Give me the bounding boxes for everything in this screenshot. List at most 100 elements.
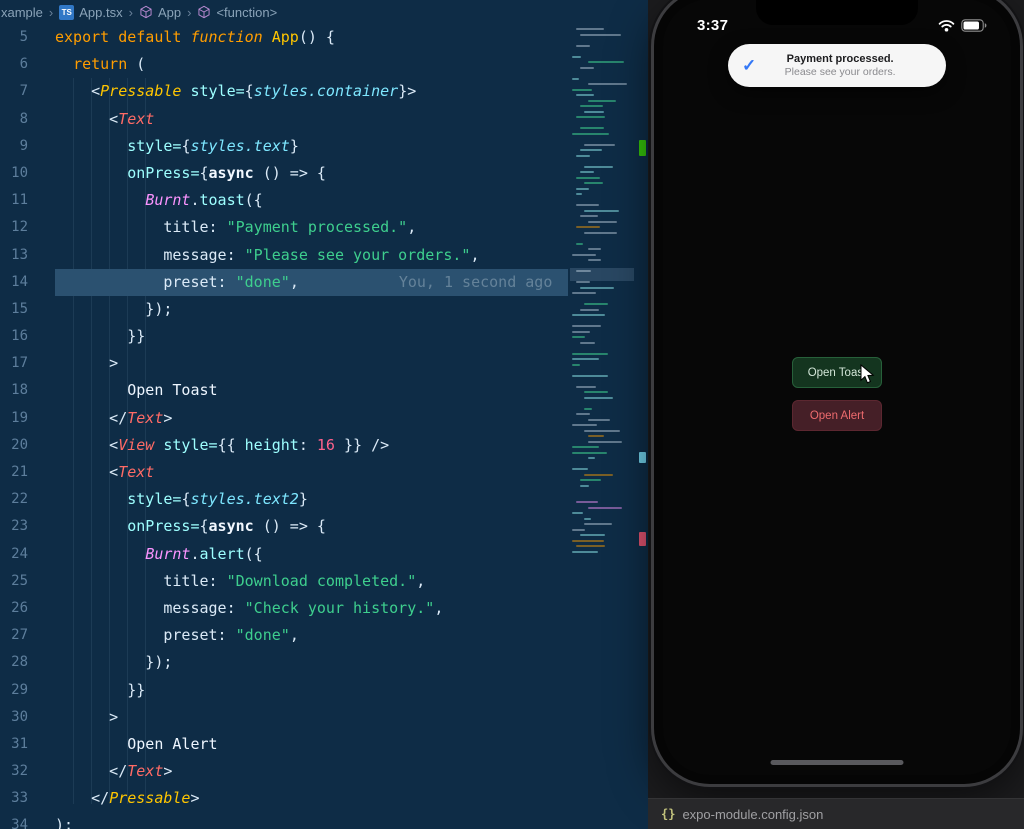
status-time: 3:37: [697, 17, 728, 34]
line-number: 30: [0, 704, 28, 731]
line-number: 23: [0, 513, 28, 540]
chevron-right-icon: ›: [187, 5, 191, 20]
ruler-mark-modified: [639, 452, 646, 463]
line-number: 31: [0, 731, 28, 758]
simulator-panel: 3:37 ✓: [648, 0, 1024, 829]
code-line[interactable]: 20 <View style={{ height: 16 }} />: [0, 432, 568, 459]
toast-text: Payment processed. Please see your order…: [756, 53, 936, 79]
code-line[interactable]: 21 <Text: [0, 459, 568, 486]
ruler-mark-deleted: [639, 532, 646, 546]
code-line[interactable]: 28 });: [0, 649, 568, 676]
breadcrumb-item-function[interactable]: <function>: [197, 5, 277, 20]
code-line[interactable]: 14 preset: "done",You, 1 second ago: [0, 269, 568, 296]
line-number: 8: [0, 106, 28, 133]
json-file-icon: {}: [661, 807, 675, 821]
code-line[interactable]: 29 }}: [0, 677, 568, 704]
toast-message: Please see your orders.: [756, 66, 924, 79]
line-number: 19: [0, 405, 28, 432]
breadcrumb-item-app[interactable]: App: [139, 5, 181, 20]
check-icon: ✓: [742, 56, 756, 76]
home-indicator[interactable]: [771, 760, 904, 765]
line-number: 25: [0, 568, 28, 595]
breadcrumb-function-label: <function>: [216, 5, 277, 20]
explorer-strip: {} expo-module.config.json: [648, 798, 1024, 829]
iphone-device-frame: 3:37 ✓: [654, 0, 1020, 784]
line-number: 26: [0, 595, 28, 622]
line-number: 22: [0, 486, 28, 513]
code-line[interactable]: 32 </Text>: [0, 758, 568, 785]
code-line[interactable]: 34);: [0, 812, 568, 829]
code-line[interactable]: 10 onPress={async () => {: [0, 160, 568, 187]
line-number: 15: [0, 296, 28, 323]
code-line[interactable]: 12 title: "Payment processed.",: [0, 214, 568, 241]
battery-icon: [961, 19, 987, 37]
breadcrumb: xample › TS App.tsx › App ›: [0, 0, 277, 24]
code-line[interactable]: 8 <Text: [0, 106, 568, 133]
line-number: 27: [0, 622, 28, 649]
line-number: 6: [0, 51, 28, 78]
line-number: 9: [0, 133, 28, 160]
line-number: 17: [0, 350, 28, 377]
line-number: 10: [0, 160, 28, 187]
code-line[interactable]: 18 Open Toast: [0, 377, 568, 404]
code-area[interactable]: 5export default function App() {6 return…: [0, 24, 568, 829]
code-line[interactable]: 17 >: [0, 350, 568, 377]
line-number: 18: [0, 377, 28, 404]
toast-notification[interactable]: ✓ Payment processed. Please see your ord…: [728, 44, 946, 87]
ruler-mark-added: [639, 140, 646, 156]
mouse-cursor: [860, 364, 875, 390]
code-line[interactable]: 5export default function App() {: [0, 24, 568, 51]
code-line[interactable]: 15 });: [0, 296, 568, 323]
code-line[interactable]: 30 >: [0, 704, 568, 731]
code-line[interactable]: 23 onPress={async () => {: [0, 513, 568, 540]
breadcrumb-app-label: App: [158, 5, 181, 20]
code-line[interactable]: 27 preset: "done",: [0, 622, 568, 649]
line-number: 29: [0, 677, 28, 704]
line-number: 28: [0, 649, 28, 676]
line-number: 20: [0, 432, 28, 459]
code-line[interactable]: 13 message: "Please see your orders.",: [0, 242, 568, 269]
breadcrumb-item-example[interactable]: xample: [1, 5, 43, 20]
git-blame-annotation: You, 1 second ago: [399, 273, 553, 291]
line-number: 14: [0, 269, 28, 296]
line-number: 33: [0, 785, 28, 812]
notch: [756, 0, 918, 25]
line-number: 32: [0, 758, 28, 785]
line-number: 5: [0, 24, 28, 51]
minimap[interactable]: [572, 24, 634, 824]
line-number: 11: [0, 187, 28, 214]
iphone-screen[interactable]: 3:37 ✓: [663, 0, 1011, 775]
line-number: 21: [0, 459, 28, 486]
code-line[interactable]: 11 Burnt.toast({: [0, 187, 568, 214]
status-icons: [938, 19, 987, 37]
code-line[interactable]: 6 return (: [0, 51, 568, 78]
wifi-icon: [938, 19, 955, 37]
line-number: 24: [0, 541, 28, 568]
line-number: 12: [0, 214, 28, 241]
typescript-icon: TS: [59, 5, 74, 20]
code-line[interactable]: 7 <Pressable style={styles.container}>: [0, 78, 568, 105]
chevron-right-icon: ›: [129, 5, 133, 20]
line-number: 7: [0, 78, 28, 105]
breadcrumb-file-label: App.tsx: [79, 5, 122, 20]
code-line[interactable]: 9 style={styles.text}: [0, 133, 568, 160]
code-editor: xample › TS App.tsx › App ›: [0, 0, 648, 829]
code-line[interactable]: 26 message: "Check your history.",: [0, 595, 568, 622]
app-window: xample › TS App.tsx › App ›: [0, 0, 1024, 829]
chevron-right-icon: ›: [49, 5, 53, 20]
code-line[interactable]: 31 Open Alert: [0, 731, 568, 758]
code-line[interactable]: 19 </Text>: [0, 405, 568, 432]
breadcrumb-item-file[interactable]: TS App.tsx: [59, 5, 122, 20]
explorer-file-name[interactable]: expo-module.config.json: [682, 807, 823, 822]
code-line[interactable]: 25 title: "Download completed.",: [0, 568, 568, 595]
code-line[interactable]: 24 Burnt.alert({: [0, 541, 568, 568]
symbol-cube-icon: [139, 5, 153, 19]
overview-ruler[interactable]: [636, 0, 648, 829]
open-alert-button[interactable]: Open Alert: [792, 400, 882, 431]
code-line[interactable]: 16 }}: [0, 323, 568, 350]
line-number: 34: [0, 812, 28, 829]
code-line[interactable]: 22 style={styles.text2}: [0, 486, 568, 513]
toast-title: Payment processed.: [756, 53, 924, 66]
symbol-cube-icon: [197, 5, 211, 19]
code-line[interactable]: 33 </Pressable>: [0, 785, 568, 812]
